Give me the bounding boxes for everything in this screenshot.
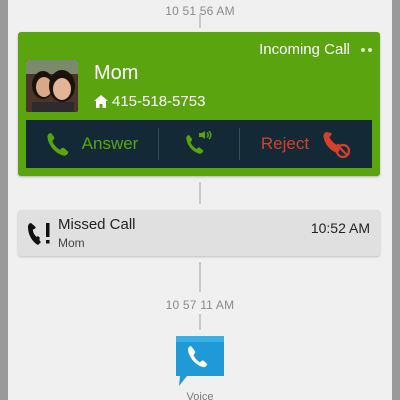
timeline-line: [199, 182, 201, 204]
answer-button[interactable]: Answer: [26, 120, 158, 168]
screen: 10 51 56 AM Incoming Call Mom 415-518-57…: [8, 0, 392, 400]
timeline-line: [199, 262, 201, 292]
voice-app-label: Voice: [186, 391, 214, 400]
call-status: Incoming Call: [259, 41, 350, 58]
incoming-call-card[interactable]: Incoming Call Mom 415-518-5753 Answer Re…: [18, 32, 380, 176]
home-icon: [94, 95, 108, 108]
reject-button[interactable]: Reject: [240, 120, 372, 168]
more-options-icon[interactable]: [361, 48, 372, 52]
missed-call-contact: Mom: [58, 236, 85, 250]
call-action-bar: Answer Reject: [26, 120, 372, 168]
reject-label: Reject: [260, 134, 310, 153]
phone-number: 415-518-5753: [112, 93, 206, 110]
speakerphone-icon: [186, 131, 212, 154]
missed-call-time: 10:52 AM: [310, 220, 370, 236]
missed-call-card[interactable]: Missed Call Mom 10:52 AM: [18, 210, 380, 256]
speakerphone-button[interactable]: [159, 120, 239, 168]
google-voice-icon: [176, 336, 224, 386]
missed-call-icon: [28, 223, 50, 245]
timestamp: 10 57 11 AM: [165, 298, 235, 312]
phone-number-row: 415-518-5753: [94, 93, 205, 110]
contact-photo: [26, 60, 78, 112]
contact-name: Mom: [94, 62, 139, 84]
timeline-line: [199, 314, 201, 330]
voice-app[interactable]: Voice: [173, 334, 227, 400]
missed-call-title: Missed Call: [58, 216, 136, 233]
phone-reject-icon: [323, 132, 351, 159]
phone-answer-icon: [47, 133, 69, 156]
timestamp: 10 51 56 AM: [165, 4, 235, 18]
answer-label: Answer: [81, 134, 139, 153]
